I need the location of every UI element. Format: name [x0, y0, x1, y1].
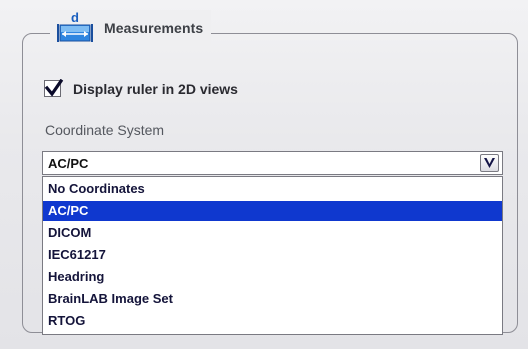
display-ruler-checkbox[interactable] [44, 79, 64, 97]
group-title: Measurements [104, 20, 204, 36]
group-legend: d Measurements [50, 10, 212, 46]
option-dicom[interactable]: DICOM [43, 223, 502, 243]
coordinate-system-selected-value: AC/PC [48, 156, 89, 171]
option-no-coordinates[interactable]: No Coordinates [43, 179, 502, 199]
dropdown-arrow-button[interactable] [480, 154, 499, 172]
display-ruler-label[interactable]: Display ruler in 2D views [73, 81, 238, 97]
coordinate-system-select[interactable]: AC/PC [42, 151, 503, 175]
chevron-down-icon [484, 158, 495, 168]
coordinate-system-dropdown-list: No Coordinates AC/PC DICOM IEC61217 Head… [42, 176, 503, 335]
coordinate-system-label: Coordinate System [45, 122, 165, 138]
option-brainlab-image-set[interactable]: BrainLAB Image Set [43, 289, 502, 309]
svg-text:d: d [71, 10, 79, 25]
option-iec61217[interactable]: IEC61217 [43, 245, 502, 265]
option-ac-pc[interactable]: AC/PC [43, 201, 502, 221]
checkmark-icon [44, 79, 64, 97]
measurement-d-icon: d [56, 10, 94, 46]
display-ruler-option[interactable]: Display ruler in 2D views [44, 79, 238, 97]
option-rtog[interactable]: RTOG [43, 311, 502, 331]
option-headring[interactable]: Headring [43, 267, 502, 287]
